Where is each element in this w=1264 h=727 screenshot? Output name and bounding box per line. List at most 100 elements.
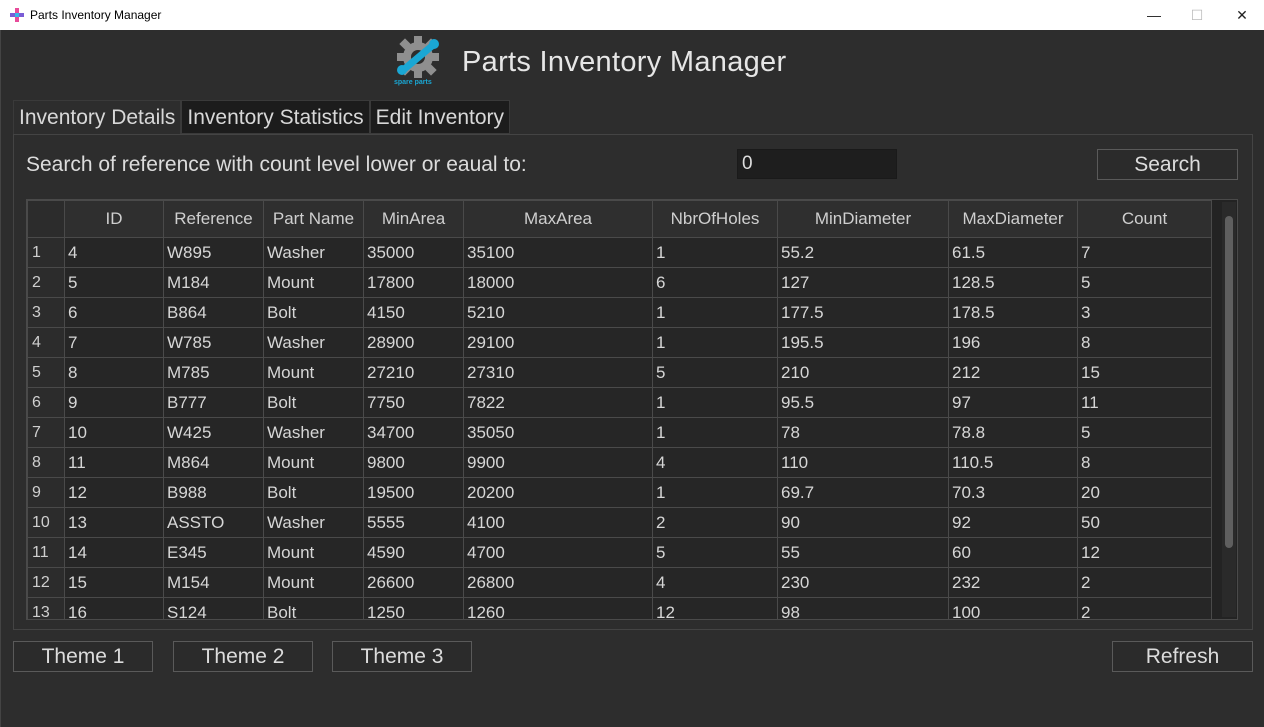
table-cell[interactable]: 9800 <box>363 447 464 478</box>
table-cell[interactable]: 5210 <box>463 297 653 328</box>
table-cell[interactable]: 26800 <box>463 567 653 598</box>
table-cell[interactable]: 178.5 <box>948 297 1078 328</box>
table-cell[interactable]: 11 <box>64 447 164 478</box>
table-cell[interactable]: 78 <box>777 417 949 448</box>
table-cell[interactable]: 4 <box>64 237 164 268</box>
table-cell[interactable]: Mount <box>263 537 364 568</box>
close-button[interactable]: ✕ <box>1219 0 1264 30</box>
table-cell[interactable]: 15 <box>1077 357 1212 388</box>
table-cell[interactable]: Mount <box>263 447 364 478</box>
table-cell[interactable]: 27310 <box>463 357 653 388</box>
table-cell[interactable]: 110 <box>777 447 949 478</box>
theme-1-button[interactable]: Theme 1 <box>13 641 153 672</box>
tab-inventory-details[interactable]: Inventory Details <box>13 100 182 134</box>
column-header[interactable]: MaxArea <box>463 200 653 238</box>
table-cell[interactable]: 6 <box>64 297 164 328</box>
table-cell[interactable]: M154 <box>163 567 264 598</box>
table-cell[interactable]: 212 <box>948 357 1078 388</box>
table-cell[interactable]: 4150 <box>363 297 464 328</box>
table-cell[interactable]: Mount <box>263 357 364 388</box>
table-cell[interactable]: 61.5 <box>948 237 1078 268</box>
column-header[interactable]: MaxDiameter <box>948 200 1078 238</box>
table-cell[interactable]: 20 <box>1077 477 1212 508</box>
table-cell[interactable]: 128.5 <box>948 267 1078 298</box>
table-cell[interactable]: 4590 <box>363 537 464 568</box>
table-corner[interactable] <box>27 200 65 238</box>
table-cell[interactable]: 8 <box>1077 447 1212 478</box>
table-cell[interactable]: M184 <box>163 267 264 298</box>
row-number[interactable]: 3 <box>27 297 65 328</box>
table-cell[interactable]: Bolt <box>263 387 364 418</box>
column-header[interactable]: NbrOfHoles <box>652 200 778 238</box>
table-cell[interactable]: 4700 <box>463 537 653 568</box>
table-cell[interactable]: 3 <box>1077 297 1212 328</box>
table-cell[interactable]: 18000 <box>463 267 653 298</box>
row-number[interactable]: 10 <box>27 507 65 538</box>
table-cell[interactable]: M864 <box>163 447 264 478</box>
column-header[interactable]: MinDiameter <box>777 200 949 238</box>
table-cell[interactable]: 20200 <box>463 477 653 508</box>
table-cell[interactable]: 4 <box>652 447 778 478</box>
table-cell[interactable]: 35000 <box>363 237 464 268</box>
table-cell[interactable]: 5 <box>64 267 164 298</box>
table-cell[interactable]: Mount <box>263 267 364 298</box>
column-header[interactable]: Part Name <box>263 200 364 238</box>
table-cell[interactable]: 8 <box>1077 327 1212 358</box>
table-cell[interactable]: 100 <box>948 597 1078 619</box>
table-row[interactable]: 8 11 M864 Mount 9800 9900 4 110 110.5 8 <box>27 447 1212 478</box>
column-header[interactable]: Count <box>1077 200 1212 238</box>
row-number[interactable]: 5 <box>27 357 65 388</box>
table-cell[interactable]: 90 <box>777 507 949 538</box>
maximize-button[interactable]: ☐ <box>1174 0 1220 30</box>
scrollbar-thumb[interactable] <box>1225 216 1233 548</box>
table-cell[interactable]: 5 <box>1077 417 1212 448</box>
table-cell[interactable]: 34700 <box>363 417 464 448</box>
table-cell[interactable]: S124 <box>163 597 264 619</box>
table-row[interactable]: 2 5 M184 Mount 17800 18000 6 127 128.5 5 <box>27 267 1212 298</box>
table-cell[interactable]: 2 <box>652 507 778 538</box>
table-cell[interactable]: 50 <box>1077 507 1212 538</box>
table-cell[interactable]: 196 <box>948 327 1078 358</box>
table-cell[interactable]: Washer <box>263 327 364 358</box>
table-cell[interactable]: 1 <box>652 327 778 358</box>
table-cell[interactable]: 4100 <box>463 507 653 538</box>
table-cell[interactable]: Mount <box>263 567 364 598</box>
table-cell[interactable]: 110.5 <box>948 447 1078 478</box>
table-cell[interactable]: B864 <box>163 297 264 328</box>
row-number[interactable]: 8 <box>27 447 65 478</box>
table-cell[interactable]: ASSTO <box>163 507 264 538</box>
column-header[interactable]: Reference <box>163 200 264 238</box>
table-cell[interactable]: Washer <box>263 417 364 448</box>
table-cell[interactable]: 9 <box>64 387 164 418</box>
table-row[interactable]: 1 4 W895 Washer 35000 35100 1 55.2 61.5 7 <box>27 237 1212 268</box>
tab-inventory-statistics[interactable]: Inventory Statistics <box>181 100 370 134</box>
table-cell[interactable]: 26600 <box>363 567 464 598</box>
row-number[interactable]: 13 <box>27 597 65 619</box>
table-cell[interactable]: 15 <box>64 567 164 598</box>
table-cell[interactable]: 13 <box>64 507 164 538</box>
table-cell[interactable]: 6 <box>652 267 778 298</box>
table-cell[interactable]: W895 <box>163 237 264 268</box>
tab-edit-inventory[interactable]: Edit Inventory <box>369 100 511 134</box>
table-cell[interactable]: 29100 <box>463 327 653 358</box>
table-row[interactable]: 10 13 ASSTO Washer 5555 4100 2 90 92 50 <box>27 507 1212 538</box>
table-cell[interactable]: 97 <box>948 387 1078 418</box>
minimize-button[interactable]: — <box>1131 0 1177 30</box>
row-number[interactable]: 1 <box>27 237 65 268</box>
table-cell[interactable]: 5555 <box>363 507 464 538</box>
theme-3-button[interactable]: Theme 3 <box>332 641 472 672</box>
table-cell[interactable]: 16 <box>64 597 164 619</box>
table-cell[interactable]: 7822 <box>463 387 653 418</box>
row-number[interactable]: 9 <box>27 477 65 508</box>
table-row[interactable]: 6 9 B777 Bolt 7750 7822 1 95.5 97 11 <box>27 387 1212 418</box>
table-cell[interactable]: 92 <box>948 507 1078 538</box>
theme-2-button[interactable]: Theme 2 <box>173 641 313 672</box>
table-cell[interactable]: 4 <box>652 567 778 598</box>
count-search-input[interactable]: 0 <box>737 149 897 179</box>
table-cell[interactable]: 177.5 <box>777 297 949 328</box>
table-cell[interactable]: 12 <box>652 597 778 619</box>
table-cell[interactable]: 7 <box>64 327 164 358</box>
table-cell[interactable]: 5 <box>1077 267 1212 298</box>
table-cell[interactable]: 127 <box>777 267 949 298</box>
refresh-button[interactable]: Refresh <box>1112 641 1253 672</box>
